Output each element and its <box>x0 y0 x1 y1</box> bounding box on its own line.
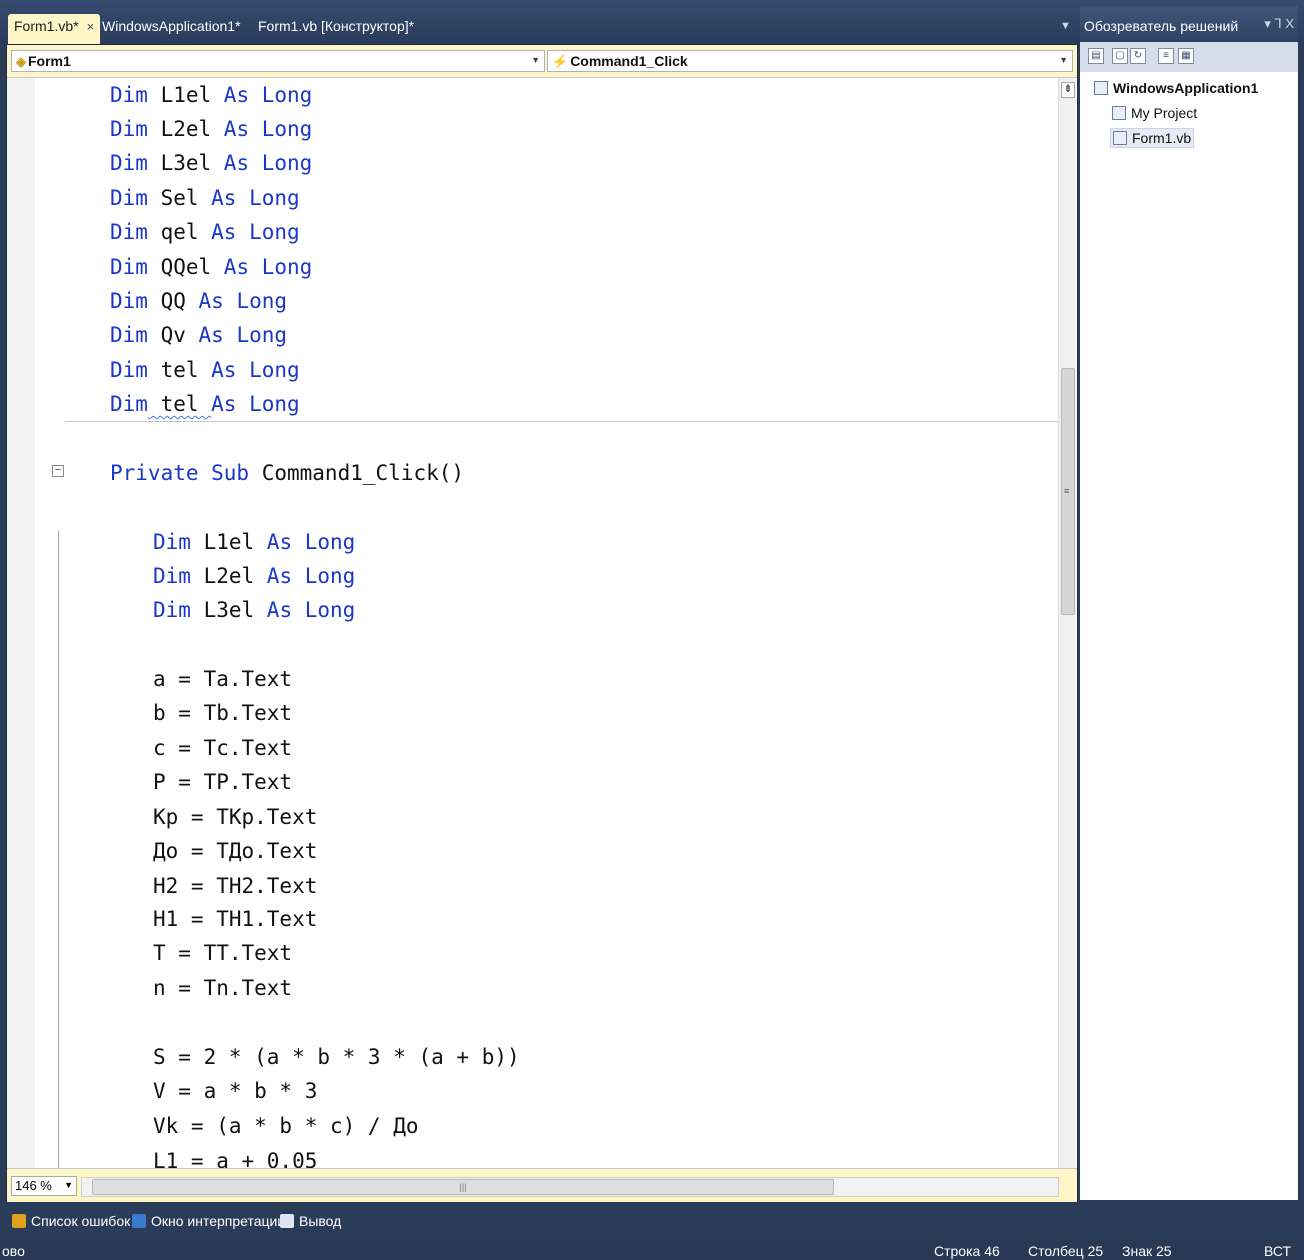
chevron-down-icon: ▼ <box>531 55 540 65</box>
code-line: n = Tn.Text <box>153 976 293 1000</box>
chevron-down-icon: ▼ <box>1059 55 1068 65</box>
horizontal-scrollbar[interactable]: ||| <box>81 1177 1059 1197</box>
solution-toolbar: ▤ ▢ ↻ ≡ ▦ <box>1080 42 1298 72</box>
method-combo-value: Command1_Click <box>570 53 688 69</box>
solution-explorer-header: Обозреватель решений ▾ ⅂ X <box>1080 6 1298 42</box>
vb-project-icon <box>1094 81 1108 95</box>
tab-form1-designer[interactable]: Form1.vb [Конструктор]* <box>252 14 420 44</box>
class-name-combo[interactable]: ◈ Form1 ▼ <box>11 50 545 72</box>
code-editor[interactable]: ◈ Form1 ▼ ⚡ Command1_Click ▼ − Dim L1el As… <box>6 44 1078 1202</box>
tool-window-tabs: Список ошибок Окно интерпретации Вывод <box>0 1208 1304 1238</box>
code-line: b = Tb.Text <box>153 701 293 725</box>
scroll-thumb[interactable]: ||| <box>92 1179 834 1195</box>
code-line: Vk = (a * b * c) / До <box>153 1114 419 1138</box>
view-code-icon[interactable]: ≡ <box>1158 48 1174 64</box>
editor-bottom-bar: 146 % ▼ ||| <box>7 1168 1077 1202</box>
code-line: S = 2 * (a * b * 3 * (a + b)) <box>153 1045 520 1069</box>
class-combo-value: Form1 <box>28 53 71 69</box>
show-all-files-icon[interactable]: ▢ <box>1112 48 1128 64</box>
code-line: Dim L2el As Long <box>110 117 313 141</box>
tab-label: WindowsApplication1* <box>102 18 241 34</box>
tree-item-form1-vb[interactable]: Form1.vb <box>1110 128 1195 148</box>
code-line: T = TT.Text <box>153 941 293 965</box>
zoom-combo[interactable]: 146 % ▼ <box>11 1176 77 1196</box>
code-line: Dim L1el As Long <box>153 530 356 554</box>
code-line: Dim L3el As Long <box>110 151 313 175</box>
code-line: c = Tc.Text <box>153 736 293 760</box>
code-line: Dim L3el As Long <box>153 598 356 622</box>
grip-icon: ≡ <box>1064 486 1070 496</box>
status-line: Строка 46 <box>934 1243 1000 1259</box>
code-line: Dim L2el As Long <box>153 564 356 588</box>
panel-window-controls[interactable]: ▾ ⅂ X <box>1264 16 1294 32</box>
code-area[interactable]: Dim L1el As Long Dim L2el As Long Dim L3… <box>7 78 1057 1168</box>
zoom-value: 146 % <box>15 1178 52 1193</box>
code-line: H2 = TH2.Text <box>153 874 318 898</box>
refresh-icon[interactable]: ↻ <box>1130 48 1146 64</box>
view-designer-icon[interactable]: ▦ <box>1178 48 1194 64</box>
code-line: Kp = TKp.Text <box>153 805 318 829</box>
code-line: Dim QQel As Long <box>110 255 313 279</box>
solution-explorer: Обозреватель решений ▾ ⅂ X ▤ ▢ ↻ ≡ ▦ Win… <box>1080 6 1298 1200</box>
tab-list-dropdown-icon[interactable]: ▼ <box>1060 20 1071 32</box>
project-properties-icon <box>1112 106 1126 120</box>
output-icon <box>280 1214 294 1228</box>
tab-windowsapplication1[interactable]: WindowsApplication1* <box>96 14 247 44</box>
code-line: Dim tel As Long <box>110 358 300 382</box>
panel-title: Обозреватель решений <box>1084 18 1239 34</box>
tab-label: Form1.vb* <box>14 18 79 34</box>
error-list-icon <box>12 1214 26 1228</box>
code-line: P = TP.Text <box>153 770 293 794</box>
tab-label: Form1.vb [Конструктор]* <box>258 18 415 34</box>
properties-icon[interactable]: ▤ <box>1088 48 1104 64</box>
status-column: Столбец 25 <box>1028 1243 1104 1259</box>
code-line: a = Ta.Text <box>153 667 293 691</box>
code-line: V = a * b * 3 <box>153 1079 318 1103</box>
code-line: Dim L1el As Long <box>110 83 313 107</box>
code-line: Dim tel As Long <box>110 392 300 416</box>
vertical-scrollbar[interactable]: ⇟ ≡ <box>1058 78 1076 1168</box>
tab-error-list[interactable]: Список ошибок <box>12 1213 130 1229</box>
tab-output[interactable]: Вывод <box>280 1213 341 1229</box>
code-line: L1 = a + 0.05 <box>153 1149 318 1168</box>
close-tab-icon[interactable]: × <box>87 19 95 34</box>
code-line: До = TДо.Text <box>153 839 318 863</box>
class-icon: ◈ <box>16 54 26 69</box>
code-line: Private Sub Command1_Click() <box>110 461 465 485</box>
method-name-combo[interactable]: ⚡ Command1_Click ▼ <box>547 50 1073 72</box>
tree-item-my-project[interactable]: My Project <box>1112 105 1197 121</box>
tab-immediate-window[interactable]: Окно интерпретации <box>132 1213 285 1229</box>
immediate-window-icon <box>132 1214 146 1228</box>
code-line: Dim Qv As Long <box>110 323 288 347</box>
status-insert-mode: ВСТ <box>1264 1243 1292 1259</box>
code-line: Dim qel As Long <box>110 220 300 244</box>
tab-form1-vb[interactable]: Form1.vb* × <box>8 14 101 44</box>
event-icon: ⚡ <box>552 54 569 69</box>
status-bar: ово Строка 46 Столбец 25 Знак 25 ВСТ <box>0 1240 1304 1260</box>
navigation-bar: ◈ Form1 ▼ ⚡ Command1_Click ▼ <box>7 45 1077 78</box>
code-line: Dim Sel As Long <box>110 186 300 210</box>
code-line: H1 = TH1.Text <box>153 907 318 931</box>
status-message: ово <box>2 1243 25 1259</box>
status-char: Знак 25 <box>1122 1243 1172 1259</box>
form-file-icon <box>1113 131 1127 145</box>
code-line: Dim QQ As Long <box>110 289 288 313</box>
chevron-down-icon: ▼ <box>64 1180 73 1190</box>
split-window-icon[interactable]: ⇟ <box>1061 82 1075 98</box>
tree-item-project[interactable]: WindowsApplication1 <box>1094 80 1258 96</box>
